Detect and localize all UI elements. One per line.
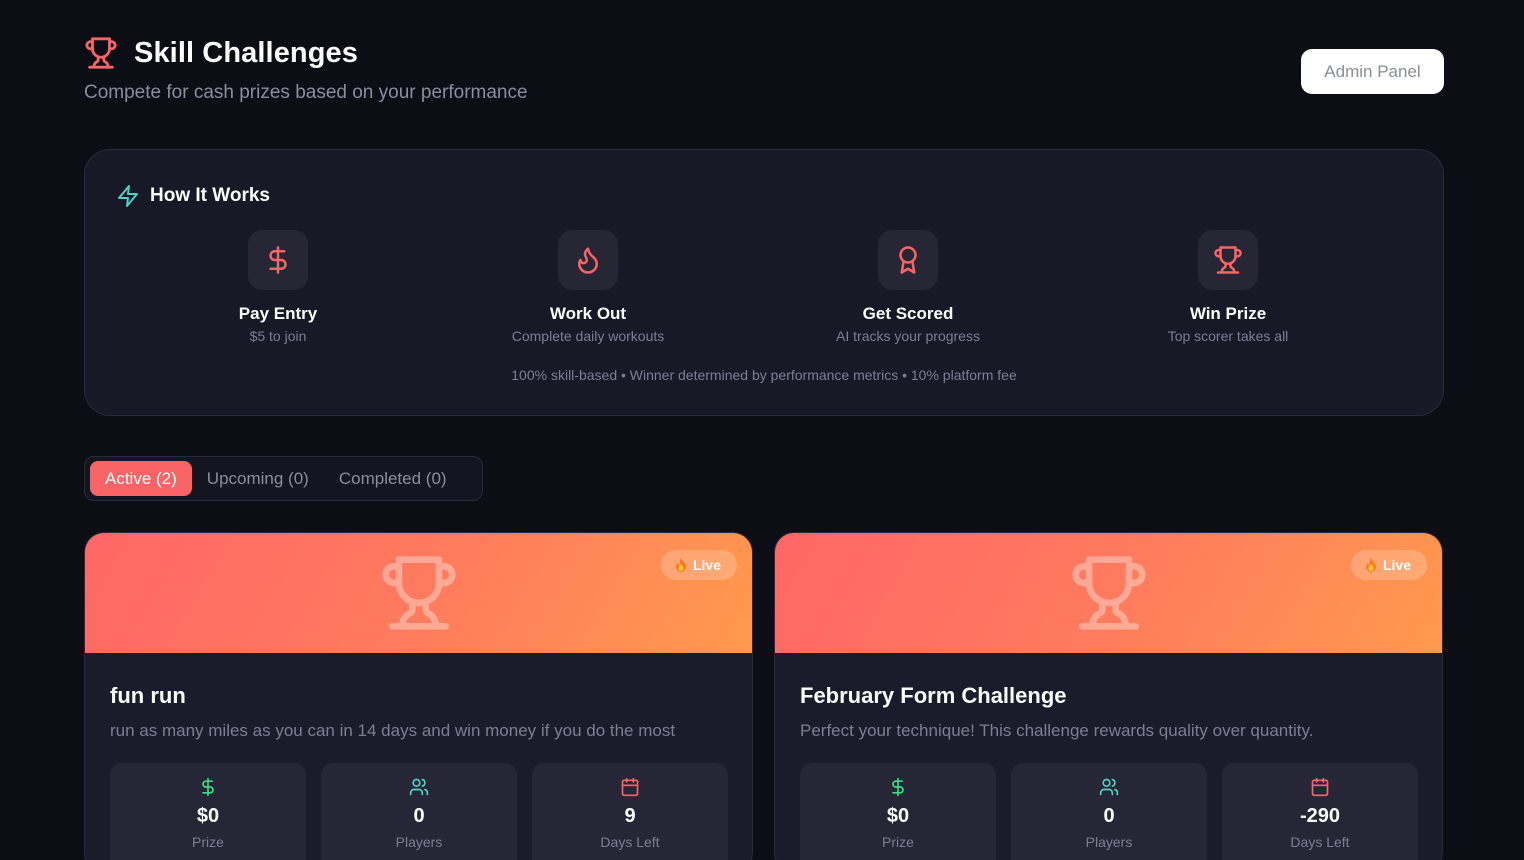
- live-badge: Live: [660, 550, 737, 580]
- page-subtitle: Compete for cash prizes based on your pe…: [84, 82, 528, 103]
- award-icon: [899, 246, 917, 274]
- stat-days-left: 9 Days Left: [532, 763, 728, 860]
- stat-prize: $0 Prize: [800, 763, 996, 860]
- step-desc: Top scorer takes all: [1167, 328, 1289, 344]
- step-icon-box: [248, 230, 308, 290]
- users-icon: [1099, 778, 1119, 796]
- how-it-works-title: How It Works: [150, 185, 270, 206]
- trophy-icon: [1214, 246, 1242, 274]
- stat-label: Prize: [882, 834, 914, 850]
- fire-icon: [1365, 558, 1376, 572]
- challenge-title: fun run: [110, 683, 186, 708]
- stat-value: -290: [1299, 805, 1341, 827]
- users-icon: [409, 778, 429, 796]
- page: Skill Challenges Compete for cash prizes…: [0, 0, 1524, 860]
- step-title: Get Scored: [862, 304, 954, 323]
- challenge-card[interactable]: Live fun run run as many miles as you ca…: [84, 532, 753, 860]
- dollar-icon: [269, 246, 287, 274]
- step-desc: $5 to join: [249, 328, 307, 344]
- page-title: Skill Challenges: [134, 36, 359, 69]
- how-it-works-header: How It Works: [116, 184, 270, 208]
- live-badge: Live: [1350, 550, 1427, 580]
- page-header: Skill Challenges Compete for cash prizes…: [84, 36, 528, 104]
- step-desc: Complete daily workouts: [511, 328, 665, 344]
- step-title: Pay Entry: [238, 304, 318, 323]
- stat-days-left: -290 Days Left: [1222, 763, 1418, 860]
- calendar-icon: [621, 777, 639, 797]
- live-badge-label: Live: [692, 557, 721, 573]
- stat-players: 0 Players: [1011, 763, 1207, 860]
- stat-label: Players: [395, 834, 443, 850]
- step-pay-entry: Pay Entry $5 to join: [113, 230, 443, 344]
- calendar-icon: [1311, 777, 1329, 797]
- title-row: Skill Challenges: [84, 36, 528, 70]
- fire-icon: [675, 558, 686, 572]
- stat-prize: $0 Prize: [110, 763, 306, 860]
- stat-value: 0: [1103, 805, 1115, 827]
- step-icon-box: [878, 230, 938, 290]
- stat-value: 0: [413, 805, 425, 827]
- challenge-stats: $0 Prize 0 Players 9 Days Left: [110, 763, 728, 860]
- stat-label: Prize: [192, 834, 224, 850]
- step-title: Work Out: [549, 304, 627, 323]
- tab-active[interactable]: Active (2): [90, 461, 192, 496]
- challenge-banner: Live: [775, 533, 1442, 653]
- step-desc: AI tracks your progress: [836, 328, 980, 344]
- stat-label: Players: [1085, 834, 1133, 850]
- steps-row: Pay Entry $5 to join Work Out Complete d…: [239, 230, 1524, 344]
- trophy-icon: [85, 37, 117, 69]
- step-win-prize: Win Prize Top scorer takes all: [1063, 230, 1393, 344]
- trophy-icon: [1071, 556, 1146, 630]
- zap-icon: [118, 185, 138, 207]
- challenge-stats: $0 Prize 0 Players -290 Days Left: [800, 763, 1418, 860]
- stat-label: Days Left: [600, 834, 660, 850]
- admin-panel-button[interactable]: Admin Panel: [1301, 49, 1444, 94]
- challenge-card[interactable]: Live February Form Challenge Perfect you…: [774, 532, 1443, 860]
- step-get-scored: Get Scored AI tracks your progress: [743, 230, 1073, 344]
- stat-label: Days Left: [1290, 834, 1350, 850]
- challenge-description: Perfect your technique! This challenge r…: [800, 721, 1314, 740]
- how-it-works-card: How It Works Pay Entry $5 to join Work O…: [84, 149, 1444, 416]
- stat-value: $0: [886, 805, 910, 827]
- dollar-icon: [892, 777, 904, 797]
- step-work-out: Work Out Complete daily workouts: [423, 230, 753, 344]
- dollar-icon: [202, 777, 214, 797]
- stat-value: 9: [624, 805, 636, 827]
- challenge-title: February Form Challenge: [800, 683, 1067, 708]
- step-icon-box: [1198, 230, 1258, 290]
- flame-icon: [578, 247, 598, 274]
- tab-completed[interactable]: Completed (0): [324, 461, 462, 496]
- challenge-description: run as many miles as you can in 14 days …: [110, 721, 676, 740]
- step-title: Win Prize: [1189, 304, 1267, 323]
- challenge-tabs: Active (2) Upcoming (0) Completed (0): [84, 456, 483, 501]
- trophy-icon: [381, 556, 456, 630]
- stat-players: 0 Players: [321, 763, 517, 860]
- stat-value: $0: [196, 805, 220, 827]
- how-it-works-footer: 100% skill-based • Winner determined by …: [511, 367, 1017, 383]
- challenge-banner: Live: [85, 533, 752, 653]
- step-icon-box: [558, 230, 618, 290]
- live-badge-label: Live: [1382, 557, 1411, 573]
- tab-upcoming[interactable]: Upcoming (0): [192, 461, 324, 496]
